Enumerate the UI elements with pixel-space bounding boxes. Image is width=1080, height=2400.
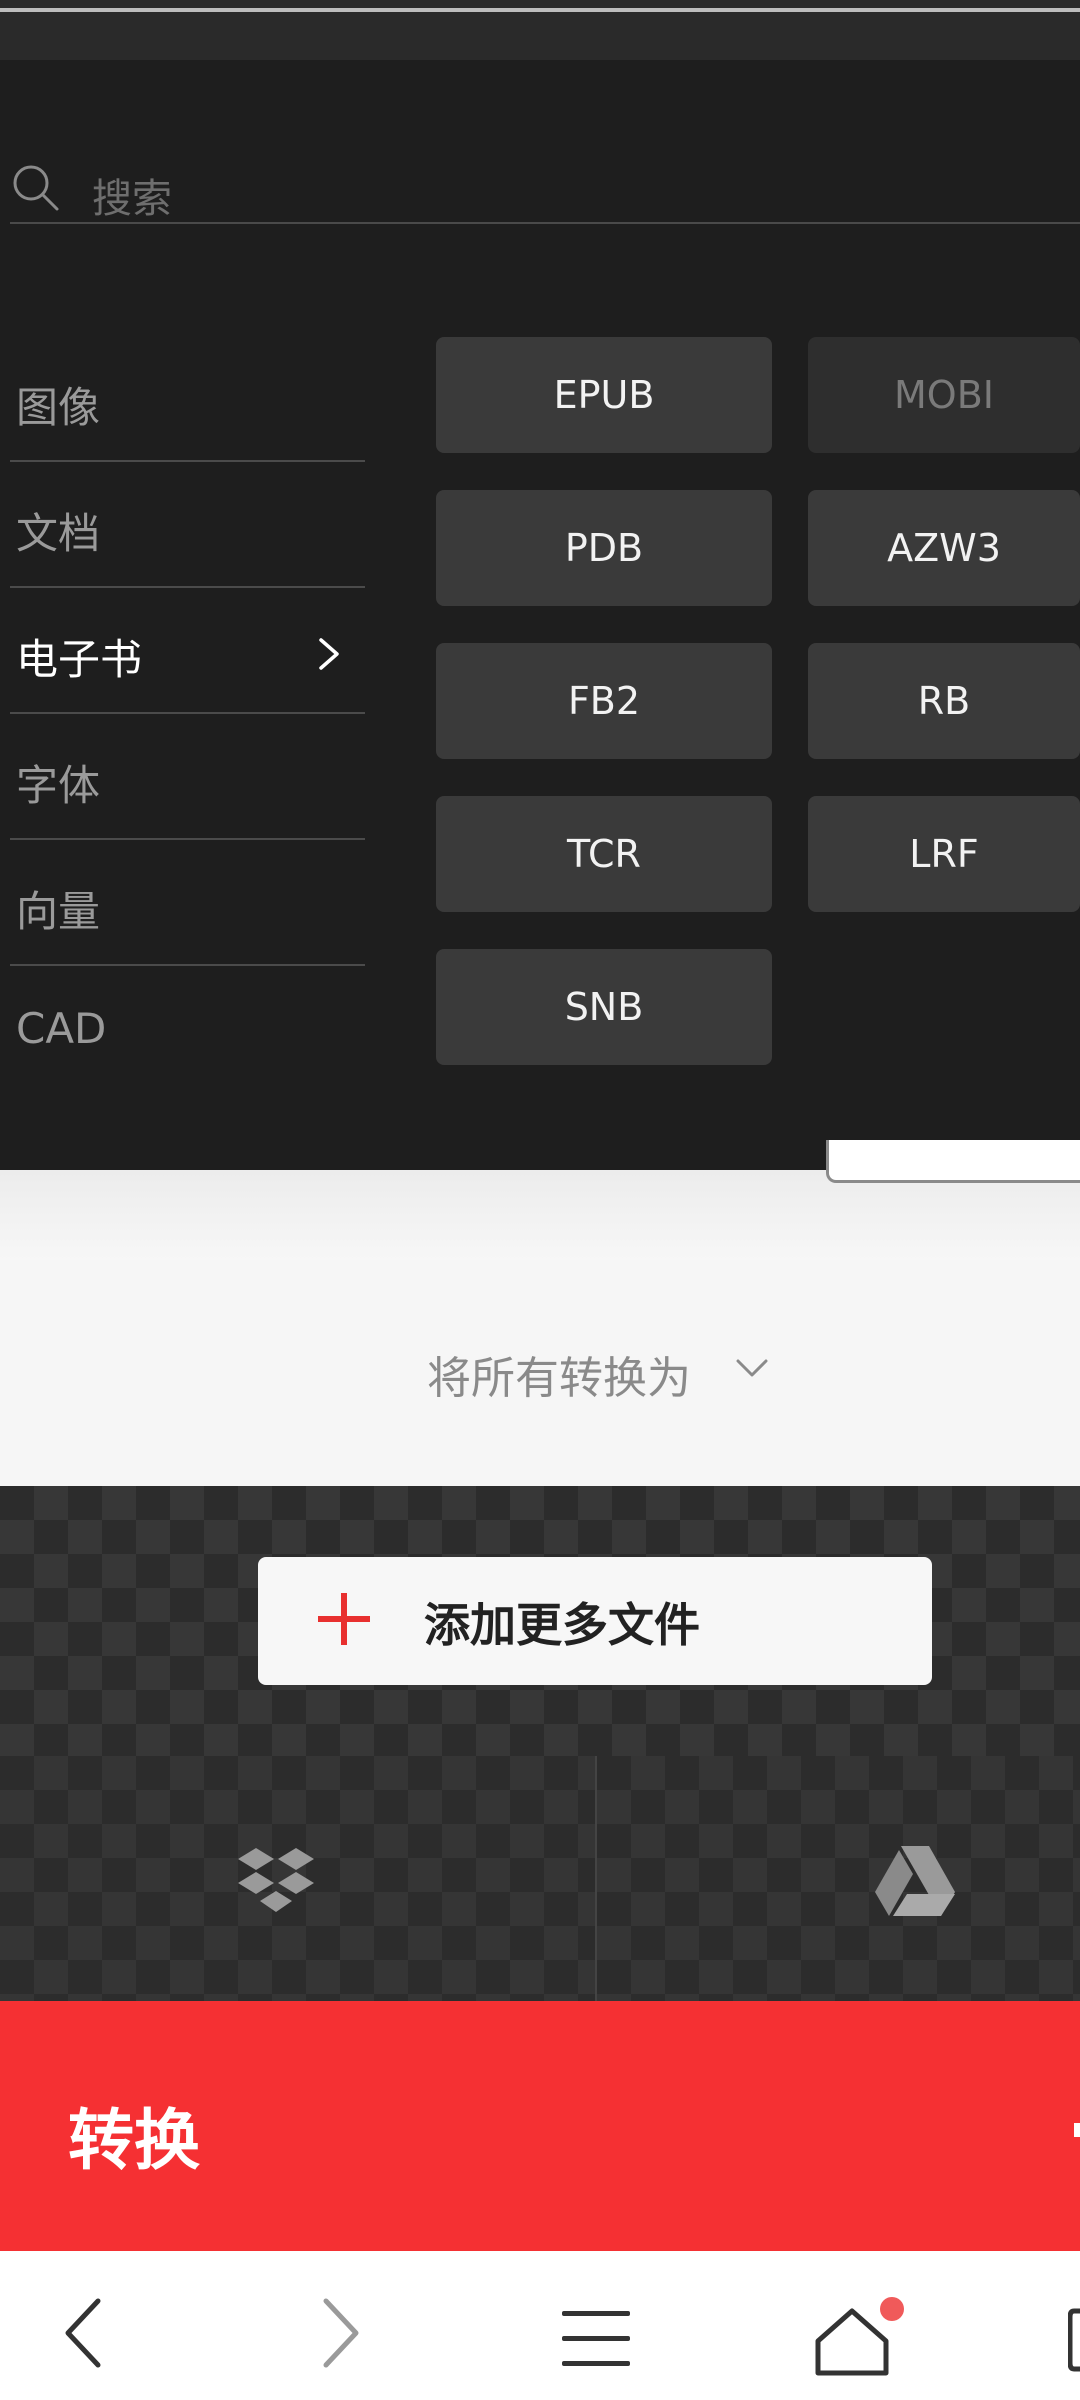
- convert-label: 转换: [68, 2102, 200, 2179]
- format-picker-panel: 搜索 图像 文档 电子书 字体 向量 CAD EPUB MOBI PDB AZW…: [0, 60, 1080, 1170]
- category-image[interactable]: 图像: [10, 336, 365, 462]
- format-tcr-button[interactable]: TCR: [436, 796, 772, 912]
- plus-icon: [318, 1593, 370, 1645]
- format-snb-button[interactable]: SNB: [436, 949, 772, 1065]
- top-strip-bar: [0, 8, 1080, 12]
- category-label: 电子书: [16, 635, 143, 684]
- add-more-files-label: 添加更多文件: [424, 1598, 700, 1652]
- dropbox-icon: [238, 1848, 314, 1912]
- chevron-down-icon: [736, 1359, 768, 1377]
- back-icon[interactable]: [60, 2297, 106, 2369]
- search-icon: [13, 165, 59, 211]
- format-mobi-button[interactable]: MOBI: [808, 337, 1080, 453]
- forward-icon[interactable]: [318, 2297, 364, 2369]
- google-drive-button[interactable]: [597, 1756, 1080, 2001]
- chevron-right-icon: [319, 638, 339, 670]
- browser-nav-bar: [0, 2251, 1080, 2400]
- category-font[interactable]: 字体: [10, 714, 365, 840]
- add-more-files-button[interactable]: 添加更多文件: [258, 1557, 932, 1685]
- google-drive-icon: [875, 1846, 955, 1916]
- format-epub-button[interactable]: EPUB: [436, 337, 772, 453]
- convert-all-row[interactable]: 将所有转换为: [0, 1260, 1080, 1486]
- format-rb-button[interactable]: RB: [808, 643, 1080, 759]
- category-label: 字体: [16, 761, 101, 810]
- search-input[interactable]: 搜索: [92, 166, 172, 224]
- format-pdb-button[interactable]: PDB: [436, 490, 772, 606]
- dropbox-button[interactable]: [0, 1756, 597, 2001]
- search-bar[interactable]: 搜索: [10, 140, 1080, 224]
- format-lrf-button[interactable]: LRF: [808, 796, 1080, 912]
- format-azw3-button[interactable]: AZW3: [808, 490, 1080, 606]
- file-row-shadow: [0, 1170, 1080, 1260]
- tabs-icon[interactable]: [1068, 2307, 1080, 2373]
- top-strip: [0, 0, 1080, 60]
- category-vector[interactable]: 向量: [10, 840, 365, 966]
- category-label: 文档: [16, 509, 101, 558]
- arrow-edge: [1074, 2123, 1080, 2137]
- format-select-edge: [826, 1140, 1080, 1183]
- category-ebook[interactable]: 电子书: [10, 588, 365, 714]
- convert-button[interactable]: 转换: [0, 2001, 1080, 2251]
- convert-all-label: 将所有转换为: [427, 1353, 691, 1404]
- category-label: CAD: [16, 1004, 107, 1053]
- home-icon[interactable]: [814, 2307, 890, 2377]
- category-label: 向量: [16, 887, 101, 936]
- format-fb2-button[interactable]: FB2: [436, 643, 772, 759]
- category-document[interactable]: 文档: [10, 462, 365, 588]
- menu-icon[interactable]: [562, 2311, 630, 2367]
- category-cad[interactable]: CAD: [10, 966, 365, 1092]
- notification-dot: [880, 2297, 904, 2321]
- category-label: 图像: [16, 383, 101, 432]
